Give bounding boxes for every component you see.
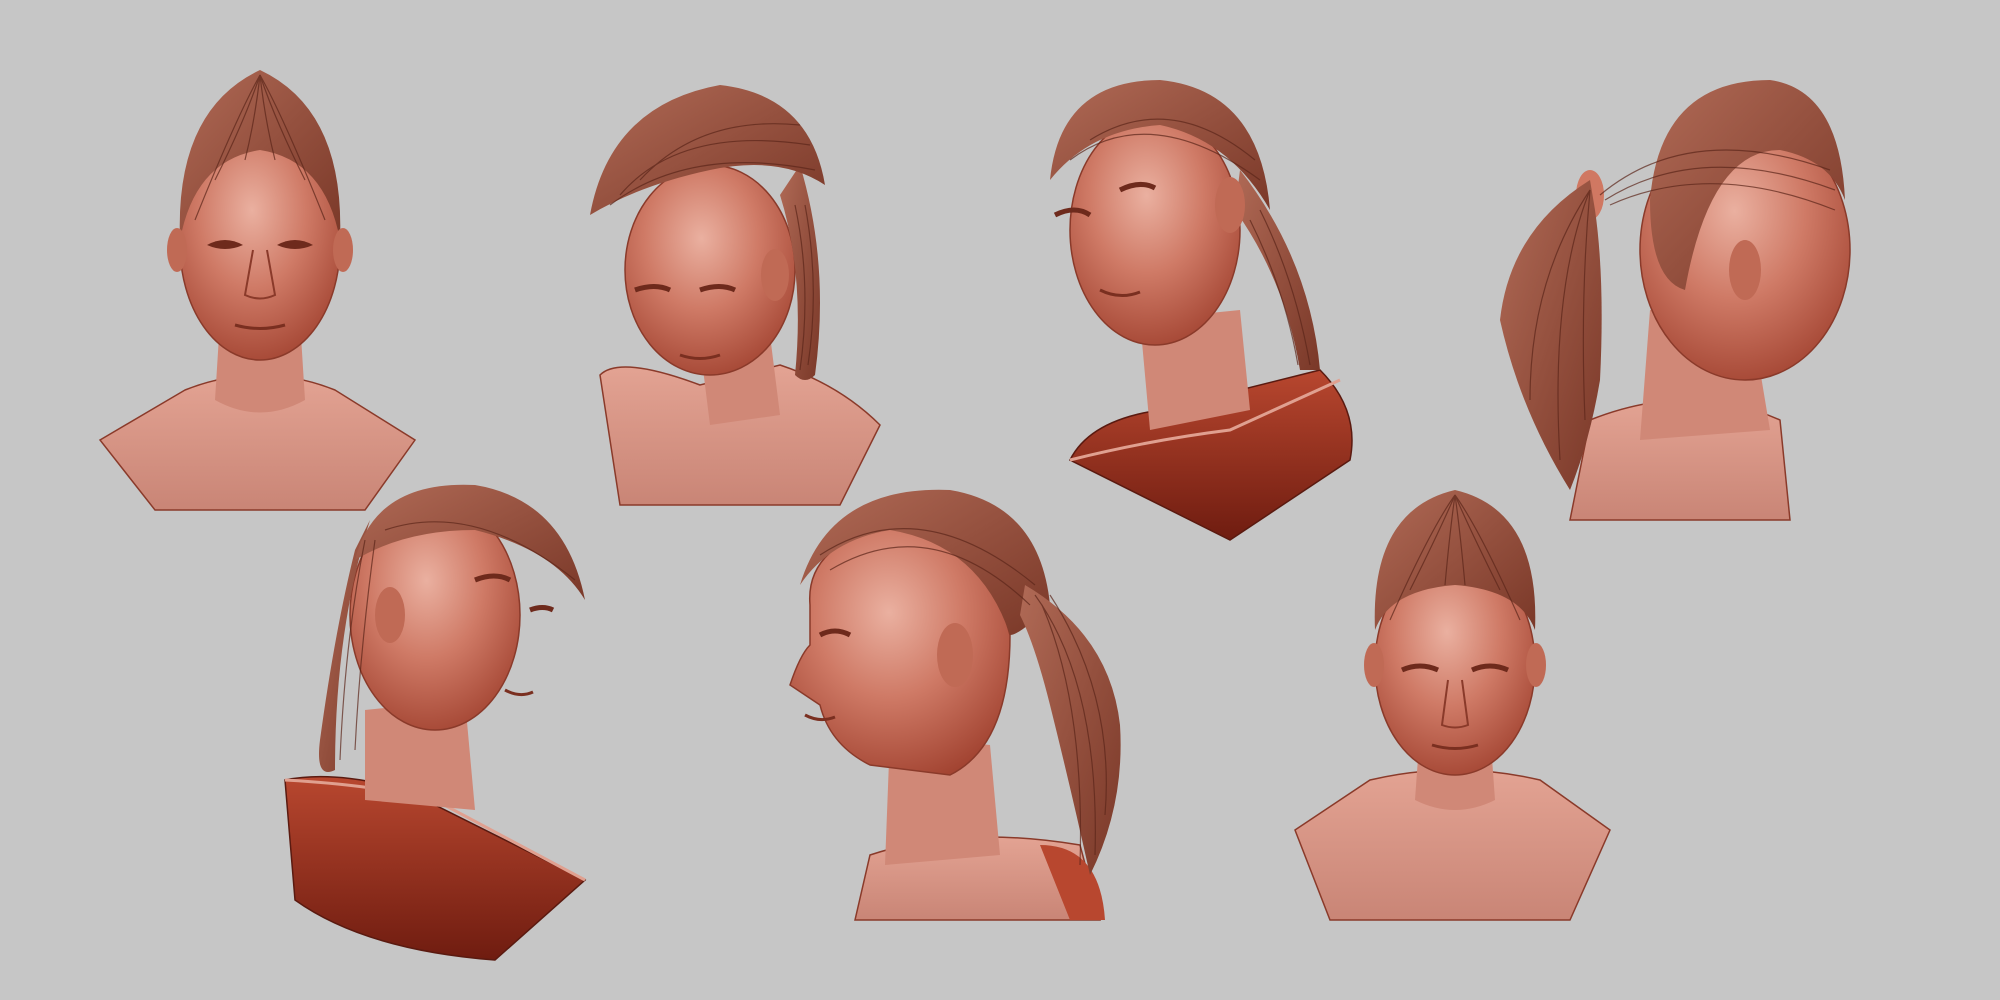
bust-tilted-left-low-angle [1050, 80, 1353, 541]
bust-front [98, 70, 417, 511]
bust-looking-up-low-angle [284, 484, 587, 961]
viewport-canvas [0, 0, 2000, 1000]
bust-back-three-quarter [1500, 80, 1851, 521]
bust-left-profile [789, 489, 1121, 921]
bust-front-high-angle [1294, 490, 1611, 921]
bust-three-quarter-looking-down [590, 85, 881, 506]
